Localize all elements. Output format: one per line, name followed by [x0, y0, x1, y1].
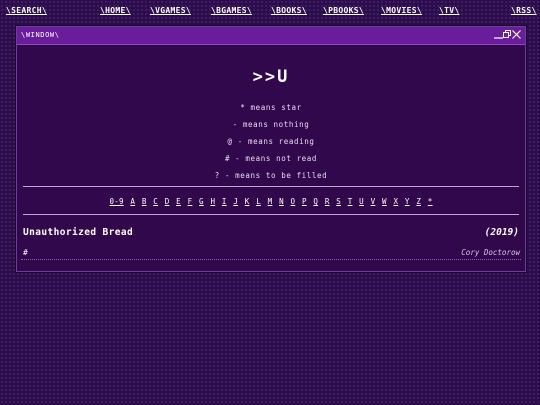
- alpha-link-w[interactable]: W: [382, 197, 387, 206]
- legend-not-read: # - means not read: [224, 154, 318, 163]
- alpha-link-t[interactable]: T: [348, 197, 353, 206]
- legend-reading: @ - means reading: [227, 137, 315, 146]
- book-year: (2019): [484, 227, 519, 238]
- window-titlebar[interactable]: \WINDOW\: [17, 27, 525, 45]
- content-window: \WINDOW\ >>U * means star - means nothin…: [16, 26, 526, 272]
- alpha-link-r[interactable]: R: [325, 197, 330, 206]
- alpha-link-i[interactable]: I: [222, 197, 227, 206]
- alpha-link-b[interactable]: B: [142, 197, 147, 206]
- alpha-link-c[interactable]: C: [153, 197, 158, 206]
- book-author: Cory Doctorow: [461, 248, 520, 257]
- nav-books-link[interactable]: \BOOKS\: [271, 6, 307, 15]
- alpha-link-a[interactable]: A: [130, 197, 135, 206]
- section-heading: >>U: [252, 67, 290, 87]
- nav-vgames-link[interactable]: \VGAMES\: [150, 6, 191, 15]
- alpha-link-v[interactable]: V: [371, 197, 376, 206]
- alpha-link-q[interactable]: Q: [313, 197, 318, 206]
- alpha-link-0-9[interactable]: 0-9: [110, 197, 124, 206]
- alpha-link-k[interactable]: K: [245, 197, 250, 206]
- nav-home-link[interactable]: \HOME\: [100, 6, 131, 15]
- alpha-link-y[interactable]: Y: [405, 197, 410, 206]
- book-status: #: [23, 248, 28, 257]
- divider-top: [23, 186, 519, 187]
- alpha-link-o[interactable]: O: [291, 197, 296, 206]
- window-title: \WINDOW\: [21, 31, 60, 39]
- alphabet-index: 0-9 A B C D E F G H I J K L M N O P Q R …: [17, 197, 525, 206]
- nav-movies-link[interactable]: \MOVIES\: [381, 6, 422, 15]
- nav-search-link[interactable]: \SEARCH\: [6, 6, 47, 15]
- alpha-link-x[interactable]: X: [393, 197, 398, 206]
- alpha-link-h[interactable]: H: [210, 197, 215, 206]
- alpha-link-l[interactable]: L: [256, 197, 261, 206]
- alpha-link-m[interactable]: M: [268, 197, 273, 206]
- book-title[interactable]: Unauthorized Bread: [23, 227, 133, 238]
- alpha-link-f[interactable]: F: [188, 197, 193, 206]
- alpha-link-e[interactable]: E: [176, 197, 181, 206]
- nav-tv-link[interactable]: \TV\: [439, 6, 459, 15]
- legend-nothing: - means nothing: [232, 120, 310, 129]
- alpha-link-star[interactable]: *: [428, 197, 433, 206]
- alpha-link-s[interactable]: S: [336, 197, 341, 206]
- alpha-link-p[interactable]: P: [302, 197, 307, 206]
- legend-to-be-filled: ? - means to be filled: [214, 171, 328, 180]
- legend: * means star - means nothing @ - means r…: [17, 102, 525, 187]
- nav-bgames-link[interactable]: \BGAMES\: [211, 6, 252, 15]
- alpha-link-n[interactable]: N: [279, 197, 284, 206]
- divider-bottom: [23, 214, 519, 215]
- nav-pbooks-link[interactable]: \PBOOKS\: [323, 6, 364, 15]
- alpha-link-z[interactable]: Z: [416, 197, 421, 206]
- legend-star: * means star: [240, 103, 302, 112]
- alpha-link-g[interactable]: G: [199, 197, 204, 206]
- nav-rss-link[interactable]: \RSS\: [511, 6, 537, 15]
- top-navigation: \SEARCH\ \HOME\ \VGAMES\ \BGAMES\ \BOOKS…: [0, 0, 540, 22]
- close-icon[interactable]: [511, 29, 522, 40]
- entry-separator: [21, 259, 521, 260]
- alpha-link-j[interactable]: J: [233, 197, 238, 206]
- alpha-link-d[interactable]: D: [165, 197, 170, 206]
- alpha-link-u[interactable]: U: [359, 197, 364, 206]
